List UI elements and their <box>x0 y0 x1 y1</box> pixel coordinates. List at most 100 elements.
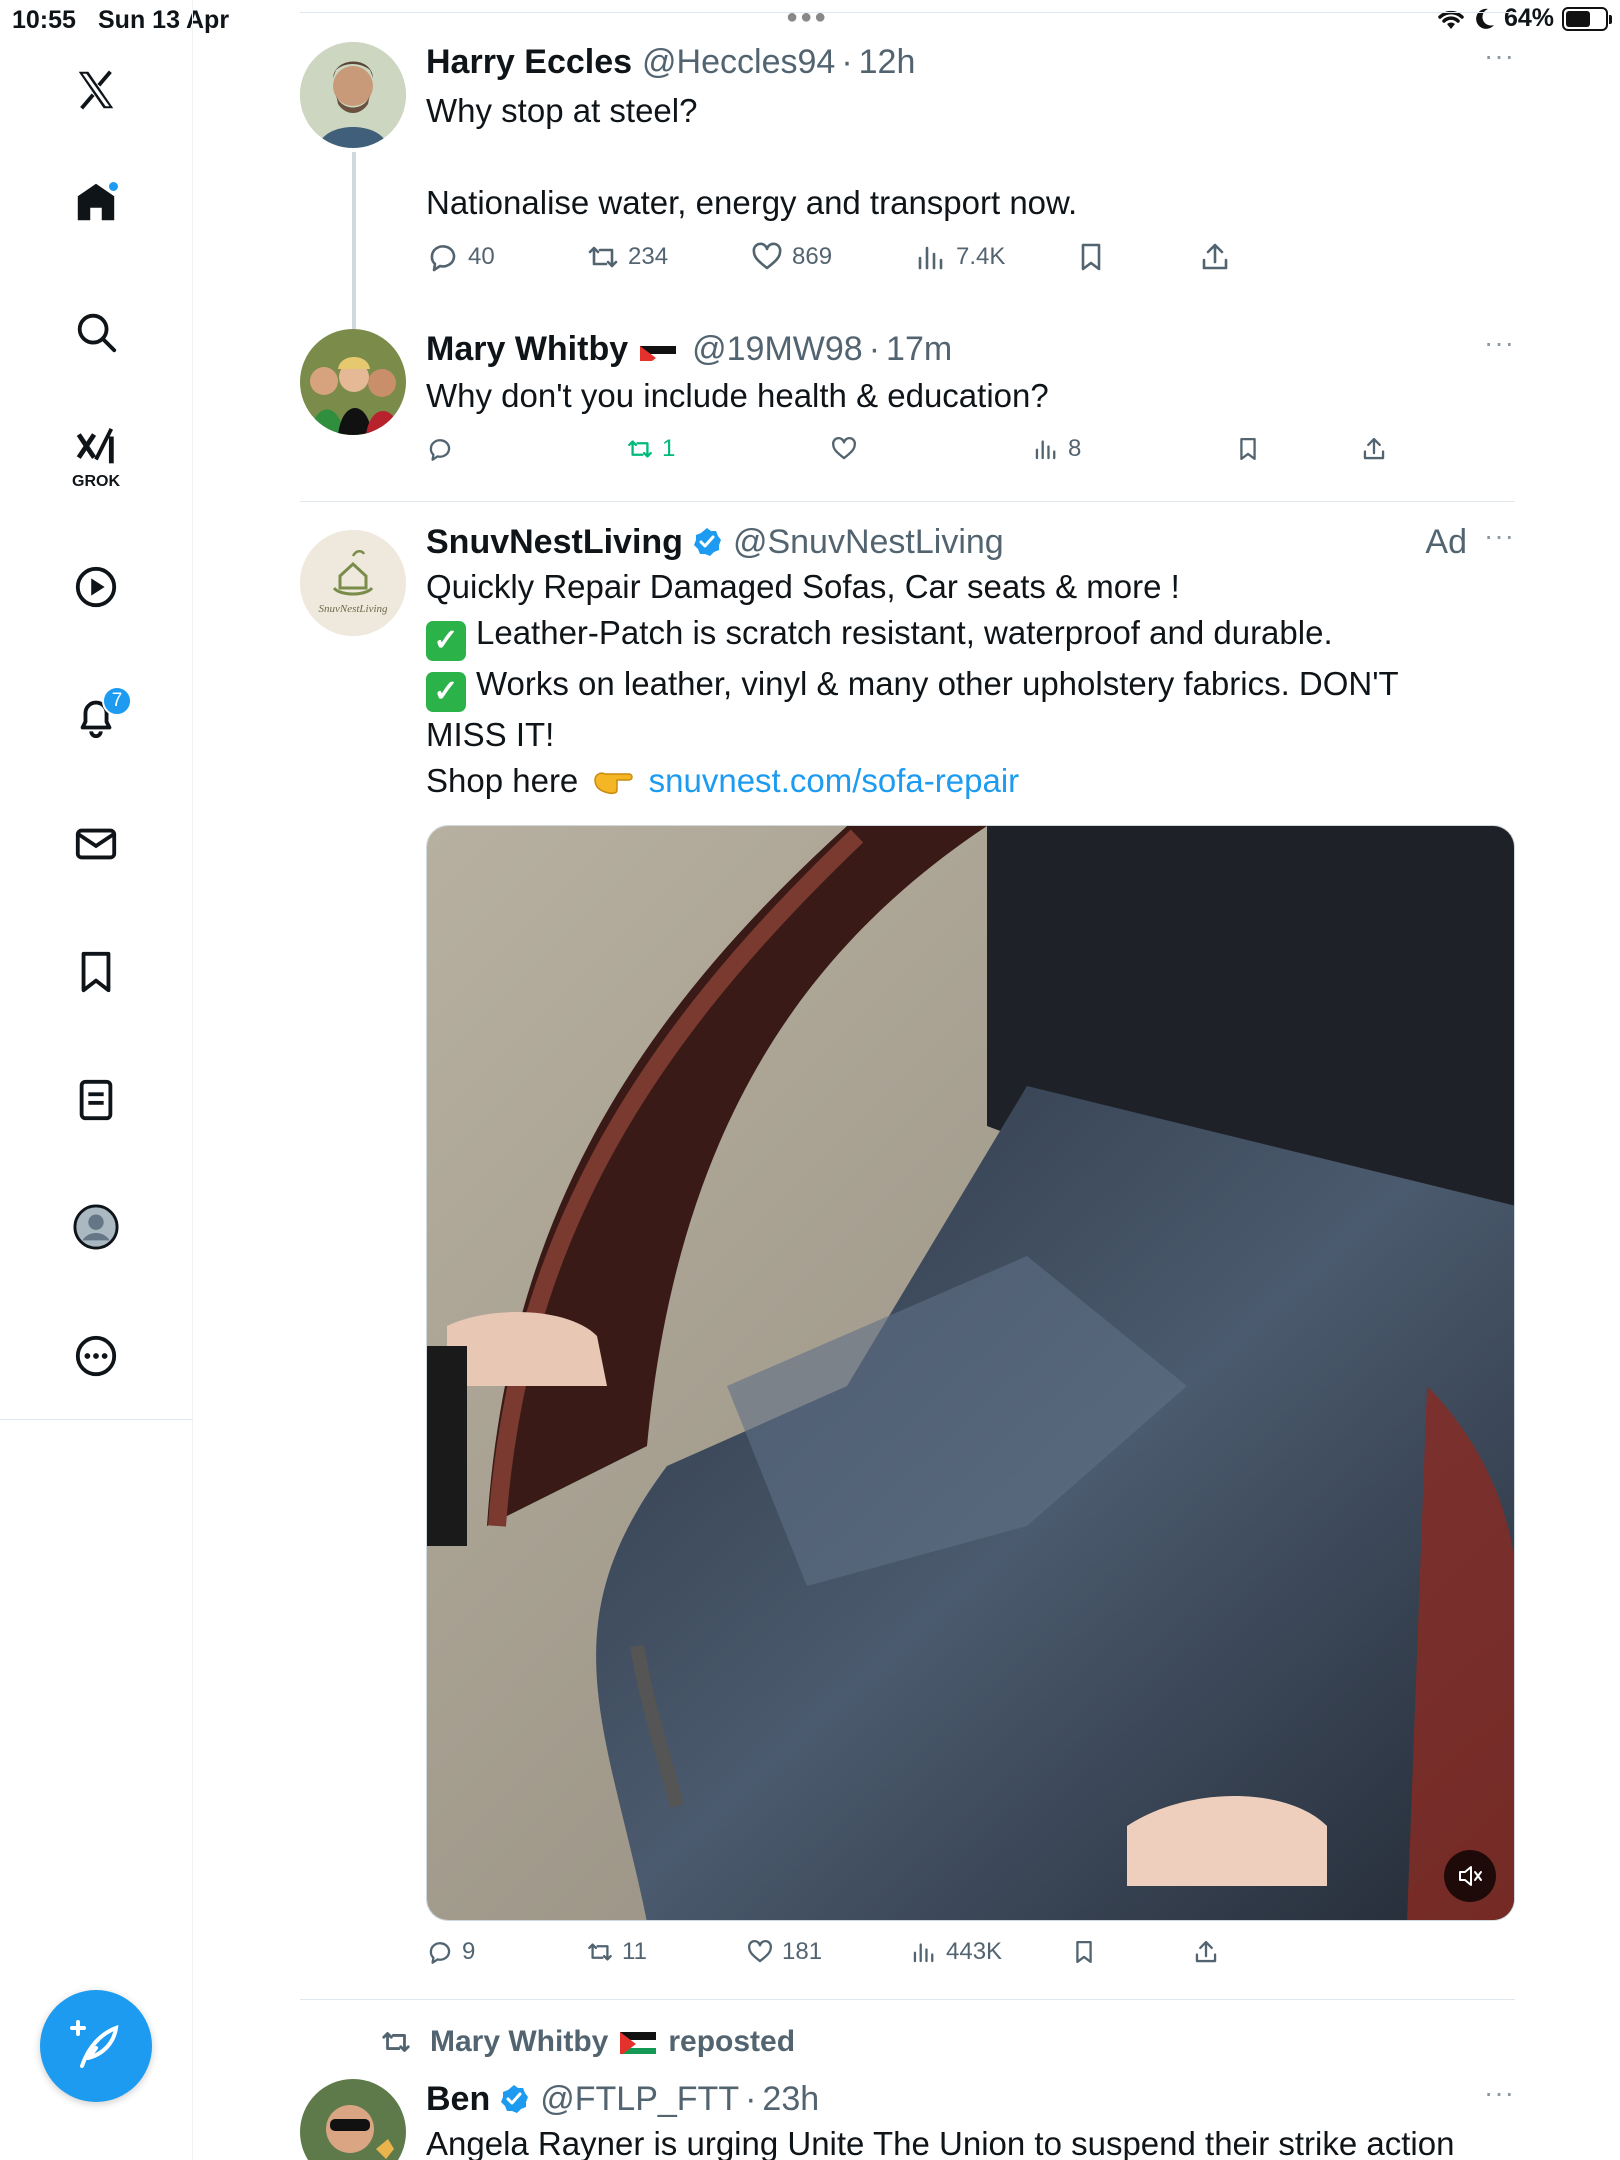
tweet-text-line: ✓ Works on leather, vinyl & many other up… <box>426 661 1515 712</box>
share-icon <box>1202 243 1228 270</box>
repost-icon <box>628 440 652 458</box>
tweet-text-line: Nationalise water, energy and transport … <box>426 184 1078 221</box>
compose-icon <box>70 2020 119 2068</box>
author-handle[interactable]: @Heccles94 <box>642 40 835 84</box>
battery-percent: 64% <box>1503 4 1554 32</box>
heart-icon <box>752 242 782 270</box>
separator: · <box>841 43 853 81</box>
sidebar-item-bookmarks[interactable] <box>66 942 126 1002</box>
avatar[interactable]: SnuvNestLiving <box>300 530 406 636</box>
author-name[interactable]: SnuvNestLiving <box>426 520 683 564</box>
tweet-actions: 1 8 <box>426 435 1515 475</box>
reply-button[interactable]: 40 <box>426 240 495 274</box>
repost-button[interactable]: 11 <box>586 1938 647 1966</box>
ad-video[interactable] <box>426 825 1515 1921</box>
share-icon <box>1363 437 1385 460</box>
views-button[interactable]: 8 <box>1032 435 1081 463</box>
profile-icon <box>73 1204 119 1250</box>
author-handle[interactable]: @FTLP_FTT <box>540 2077 739 2121</box>
tweet-header: Ben @FTLP_FTT · 23h <box>426 2077 1515 2121</box>
reposter-name[interactable]: Mary Whitby <box>430 2025 608 2059</box>
bookmark-button[interactable] <box>1074 240 1108 274</box>
tweet-time[interactable]: 17m <box>886 327 952 371</box>
repost-button[interactable]: 234 <box>586 240 668 274</box>
avatar[interactable] <box>300 2079 406 2160</box>
tweet-harry[interactable]: Harry Eccles @Heccles94 · 12h ··· Why st… <box>300 40 1515 330</box>
sidebar-item-lists[interactable] <box>66 1070 126 1130</box>
avatar[interactable] <box>300 42 406 148</box>
reply-button[interactable]: 9 <box>426 1938 475 1966</box>
more-options-button[interactable]: ··· <box>1484 520 1515 552</box>
more-options-button[interactable]: ··· <box>1484 40 1515 72</box>
reply-button[interactable] <box>426 435 454 463</box>
like-button[interactable]: 181 <box>746 1938 822 1966</box>
sidebar-item-more[interactable] <box>66 1326 126 1386</box>
sidebar-item-home[interactable] <box>66 172 126 232</box>
repost-count: 234 <box>628 243 669 270</box>
views-button[interactable]: 7.4K <box>914 240 1005 274</box>
like-button[interactable] <box>830 435 858 463</box>
mail-icon <box>75 828 117 860</box>
repost-context: Mary Whitby reposted <box>380 2025 795 2059</box>
views-icon <box>1035 440 1056 460</box>
tweet-ad[interactable]: SnuvNestLiving SnuvNestLiving @SnuvNestL… <box>300 520 1515 1990</box>
share-button[interactable] <box>1198 240 1232 274</box>
sidebar-item-search[interactable] <box>66 302 126 362</box>
wifi-icon <box>1438 10 1464 29</box>
compose-button[interactable] <box>40 1990 152 2102</box>
mute-button[interactable] <box>1444 1850 1496 1902</box>
multitask-handle[interactable]: ●●● <box>786 6 828 29</box>
more-options-button[interactable]: ··· <box>1484 327 1515 359</box>
like-button[interactable]: 869 <box>750 240 832 274</box>
sidebar-item-notifications[interactable]: 7 <box>66 686 132 746</box>
verified-badge-icon <box>691 526 723 558</box>
heart-icon <box>748 1940 772 1963</box>
bookmark-button[interactable] <box>1070 1938 1098 1966</box>
video-frame <box>427 826 1514 1920</box>
author-handle[interactable]: @SnuvNestLiving <box>733 520 1004 564</box>
bookmark-icon <box>1076 1940 1092 1964</box>
share-button[interactable] <box>1360 435 1388 463</box>
reply-icon <box>430 245 456 272</box>
view-count: 443K <box>946 1938 1003 1965</box>
tweet-actions: 40 234 869 7.4K <box>426 240 1515 280</box>
tweet-time[interactable]: 23h <box>762 2077 819 2121</box>
repost-suffix: reposted <box>668 2025 796 2058</box>
author-name[interactable]: Mary Whitby <box>426 327 628 371</box>
x-logo-icon[interactable] <box>66 60 126 120</box>
repost-button[interactable]: 1 <box>626 435 675 463</box>
more-circle-icon <box>75 1335 117 1377</box>
sidebar-item-grok[interactable]: GROK <box>66 425 126 490</box>
bookmark-button[interactable] <box>1234 435 1262 463</box>
moon-icon <box>1476 8 1494 29</box>
tweet-time[interactable]: 12h <box>859 40 916 84</box>
author-name[interactable]: Ben <box>426 2077 490 2121</box>
tweet-ben[interactable]: Mary Whitby reposted Ben @FTLP_FTT · 23h… <box>300 2025 1515 2160</box>
avatar[interactable] <box>300 329 406 435</box>
views-button[interactable]: 443K <box>910 1938 1002 1966</box>
reply-icon <box>429 439 451 461</box>
notifications-badge: 7 <box>102 686 132 716</box>
tweet-text-line: Why stop at steel? <box>426 92 698 129</box>
list-icon <box>79 1079 113 1121</box>
tweet-header: Harry Eccles @Heccles94 · 12h <box>426 40 1515 84</box>
pointing-hand-icon <box>594 772 634 795</box>
separator: · <box>745 2080 757 2118</box>
grok-icon <box>76 427 114 464</box>
sidebar-item-messages[interactable] <box>66 814 126 874</box>
tweet-text: Angela Rayner is urging Unite The Union … <box>426 2125 1455 2160</box>
tweet-header: Mary Whitby @19MW98 · 17m <box>426 327 1515 371</box>
sidebar-item-video[interactable] <box>66 557 126 617</box>
author-handle[interactable]: @19MW98 <box>692 327 863 371</box>
tweet-text-line: Shop here snuvnest.com/sofa-repair <box>426 758 1515 804</box>
reply-icon <box>429 1942 451 1964</box>
sidebar-item-profile[interactable] <box>66 1197 126 1257</box>
author-name[interactable]: Harry Eccles <box>426 40 632 84</box>
share-icon <box>1195 1940 1217 1963</box>
tweet-mary[interactable]: Mary Whitby @19MW98 · 17m ··· Why don't … <box>300 327 1515 497</box>
more-options-button[interactable]: ··· <box>1484 2077 1515 2109</box>
ad-link[interactable]: snuvnest.com/sofa-repair <box>649 762 1020 799</box>
share-button[interactable] <box>1192 1938 1220 1966</box>
tweet-divider <box>300 501 1515 502</box>
tweet-text-span: Leather-Patch is scratch resistant, wate… <box>476 614 1333 651</box>
